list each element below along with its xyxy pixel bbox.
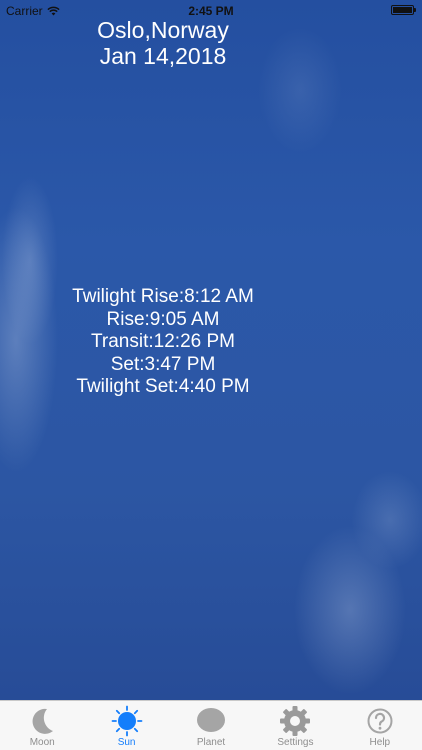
location-name: Oslo,Norway: [97, 17, 229, 43]
battery-fill: [393, 7, 412, 13]
current-date: Jan 14,2018: [99, 43, 227, 69]
tab-sun[interactable]: Sun: [84, 701, 168, 750]
twilight-set-time: Twilight Set:4:40 PM: [76, 376, 250, 397]
rise-time: Rise:9:05 AM: [106, 308, 220, 330]
tab-planet[interactable]: Planet: [169, 701, 253, 750]
gear-icon: [280, 706, 311, 736]
twilight-rise-time: Twilight Rise:8:12 AM: [72, 286, 254, 307]
location-header: Oslo,Norway Jan 14,2018: [0, 17, 326, 69]
status-time: 2:45 PM: [188, 4, 234, 18]
transit-time: Transit:12:26 PM: [91, 331, 235, 352]
tab-moon-label: Moon: [29, 737, 55, 748]
tab-bar: Moon Sun Planet Settings Help: [0, 700, 422, 750]
tab-settings[interactable]: Settings: [253, 701, 337, 750]
tab-planet-label: Planet: [196, 737, 226, 748]
set-time: Set:3:47 PM: [110, 353, 216, 375]
planet-icon: [197, 708, 226, 732]
moon-icon: [32, 708, 54, 734]
sun-times-panel: Twilight Rise:8:12 AM Rise:9:05 AM Trans…: [0, 286, 326, 399]
tab-help[interactable]: Help: [338, 701, 422, 750]
tab-sun-label: Sun: [117, 737, 136, 748]
tab-help-label: Help: [369, 737, 391, 748]
tab-settings-label: Settings: [277, 737, 314, 748]
help-icon: [367, 708, 393, 734]
tab-moon[interactable]: Moon: [0, 701, 84, 750]
battery-icon: [391, 5, 416, 15]
sun-icon: [111, 705, 143, 737]
